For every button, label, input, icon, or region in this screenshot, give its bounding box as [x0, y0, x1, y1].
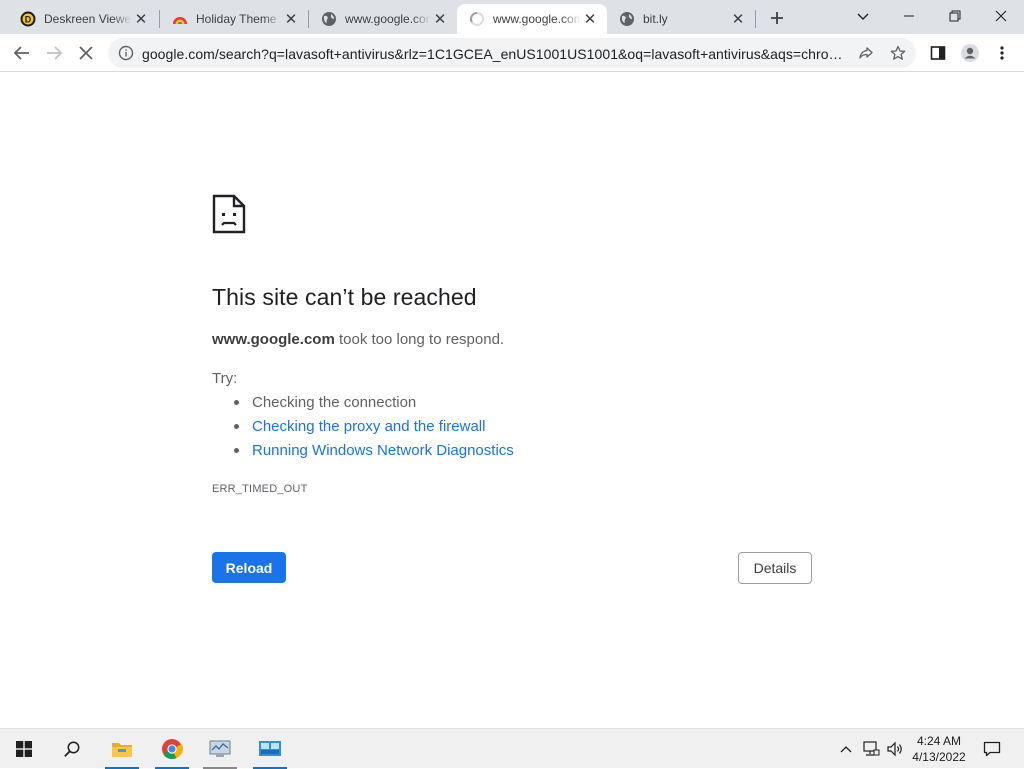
- share-icon[interactable]: [856, 43, 876, 63]
- close-window-button[interactable]: [978, 0, 1024, 32]
- deskreen-icon: D: [20, 11, 36, 27]
- restore-button[interactable]: [932, 0, 978, 32]
- close-tab-icon[interactable]: ✕: [581, 10, 599, 28]
- clock-time: 4:24 AM: [916, 734, 962, 748]
- error-description: www.google.com took too long to respond.: [212, 331, 504, 348]
- tab-holiday-theme[interactable]: Holiday Theme ✕: [160, 4, 308, 34]
- notification-icon[interactable]: [980, 729, 1004, 769]
- bookmark-star-icon[interactable]: [888, 43, 908, 63]
- error-code: ERR_TIMED_OUT: [212, 483, 308, 495]
- network-icon[interactable]: [860, 729, 882, 769]
- url-text[interactable]: google.com/search?q=lavasoft+antivirus&r…: [142, 46, 850, 62]
- loading-spinner-icon: [469, 11, 485, 27]
- minimize-button[interactable]: [886, 0, 932, 32]
- search-icon[interactable]: [52, 729, 92, 769]
- suggestion-proxy-firewall-link[interactable]: Checking the proxy and the firewall: [232, 418, 514, 442]
- tab-deskreen[interactable]: D Deskreen Viewer ✕: [8, 4, 158, 34]
- error-host: www.google.com: [212, 331, 335, 348]
- network-app-icon[interactable]: [250, 729, 290, 769]
- globe-icon: [321, 11, 337, 27]
- tab-title: bit.ly: [643, 12, 668, 26]
- stop-loading-button[interactable]: [72, 39, 100, 67]
- svg-text:D: D: [25, 15, 32, 25]
- sad-page-icon: [212, 194, 246, 234]
- tab-strip: D Deskreen Viewer ✕ Holiday Theme ✕ www.…: [0, 0, 1024, 34]
- file-explorer-icon[interactable]: [102, 729, 142, 769]
- forward-button[interactable]: [40, 39, 68, 67]
- suggestion-network-diagnostics-link[interactable]: Running Windows Network Diagnostics: [232, 442, 514, 466]
- clock-date: 4/13/2022: [912, 750, 966, 764]
- side-panel-icon[interactable]: [924, 39, 952, 67]
- close-tab-icon[interactable]: ✕: [132, 10, 150, 28]
- tab-title: Holiday Theme: [196, 12, 277, 26]
- chevron-up-icon[interactable]: [836, 729, 856, 769]
- windows-taskbar: 4:24 AM 4/13/2022: [0, 728, 1024, 769]
- tab-title: Deskreen Viewer: [44, 12, 132, 26]
- tab-google-1[interactable]: www.google.com ✕: [309, 4, 457, 34]
- suggestion-list: Checking the connection Checking the pro…: [232, 394, 514, 466]
- holiday-icon: [172, 11, 188, 27]
- close-tab-icon[interactable]: ✕: [431, 10, 449, 28]
- menu-kebab-icon[interactable]: [988, 39, 1016, 67]
- tab-title: www.google.com: [345, 12, 431, 26]
- error-title: This site can’t be reached: [212, 284, 477, 310]
- new-tab-button[interactable]: [764, 6, 790, 30]
- globe-icon: [619, 11, 635, 27]
- tab-google-active[interactable]: www.google.com ✕: [457, 4, 607, 34]
- back-button[interactable]: [8, 39, 36, 67]
- details-button[interactable]: Details: [738, 552, 812, 584]
- start-windows-icon[interactable]: [4, 729, 44, 769]
- tab-title: www.google.com: [493, 12, 581, 26]
- chrome-icon[interactable]: [152, 729, 192, 769]
- system-monitor-icon[interactable]: [200, 729, 240, 769]
- profile-avatar-icon[interactable]: [956, 39, 984, 67]
- try-label: Try:: [212, 370, 238, 387]
- info-icon[interactable]: [118, 45, 134, 61]
- browser-toolbar: google.com/search?q=lavasoft+antivirus&r…: [0, 34, 1024, 72]
- tab-separator: [755, 10, 756, 28]
- address-bar[interactable]: google.com/search?q=lavasoft+antivirus&r…: [108, 38, 916, 68]
- tab-bitly[interactable]: bit.ly ✕: [607, 4, 755, 34]
- close-tab-icon[interactable]: ✕: [282, 10, 300, 28]
- system-clock[interactable]: 4:24 AM 4/13/2022: [900, 733, 978, 765]
- reload-button[interactable]: Reload: [212, 552, 286, 583]
- error-message: took too long to respond.: [334, 331, 505, 348]
- tab-search-chevron-down-icon[interactable]: [840, 0, 886, 32]
- suggestion-check-connection: Checking the connection: [232, 394, 514, 418]
- close-tab-icon[interactable]: ✕: [729, 10, 747, 28]
